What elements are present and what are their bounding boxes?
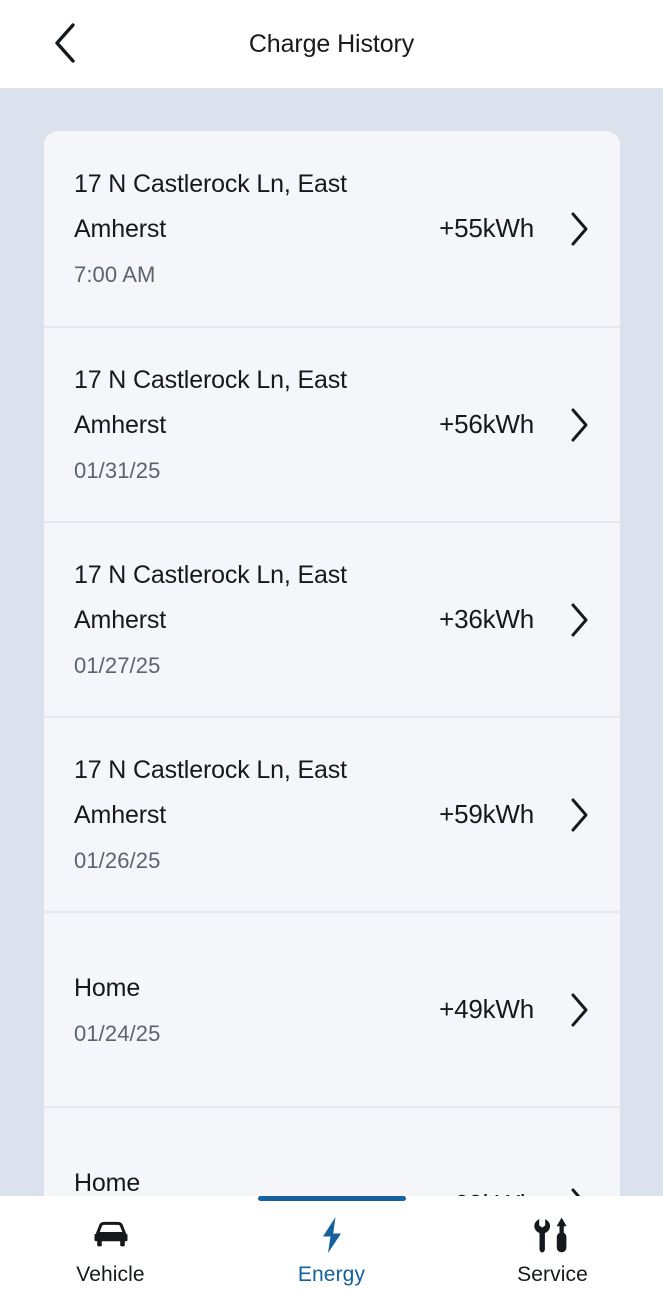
chevron-right-icon[interactable]	[566, 603, 592, 637]
row-text-block: 17 N Castlerock Ln, East Amherst 01/27/2…	[74, 553, 439, 686]
wrench-screwdriver-icon	[532, 1216, 574, 1254]
chevron-right-icon[interactable]	[566, 1188, 592, 1196]
row-text-block: Home 01/24/25	[74, 966, 439, 1054]
chevron-right-icon[interactable]	[566, 212, 592, 246]
tab-label: Service	[517, 1262, 588, 1286]
tab-service[interactable]: Service	[442, 1196, 663, 1300]
charge-timestamp: 01/26/25	[74, 848, 161, 873]
charge-history-row[interactable]: 17 N Castlerock Ln, East Amherst 01/31/2…	[44, 326, 620, 521]
row-text-block: Home 01/21/25	[74, 1161, 439, 1197]
page-title: Charge History	[248, 29, 415, 58]
charge-history-list: 17 N Castlerock Ln, East Amherst 7:00 AM…	[0, 88, 663, 1196]
charge-timestamp: 01/24/25	[74, 1020, 161, 1046]
charge-timestamp: 7:00 AM	[74, 262, 156, 287]
charge-history-row[interactable]: Home 01/24/25 +49kWh	[44, 911, 620, 1106]
charge-timestamp: 01/31/25	[74, 458, 161, 483]
charge-location: 17 N Castlerock Ln, East Amherst	[74, 756, 347, 829]
charge-energy-amount: +60kWh	[439, 1189, 534, 1196]
tab-energy[interactable]: Energy	[221, 1196, 442, 1300]
charge-history-row[interactable]: Home 01/21/25 +60kWh	[44, 1106, 620, 1196]
charge-timestamp: 01/27/25	[74, 653, 161, 678]
charge-location: 17 N Castlerock Ln, East Amherst	[74, 561, 347, 634]
active-tab-indicator	[257, 1196, 406, 1201]
chevron-right-icon[interactable]	[566, 798, 592, 832]
charge-location: 17 N Castlerock Ln, East Amherst	[74, 170, 347, 243]
tab-label: Vehicle	[76, 1262, 145, 1286]
row-text-block: 17 N Castlerock Ln, East Amherst 7:00 AM	[74, 162, 439, 295]
tab-vehicle[interactable]: Vehicle	[0, 1196, 221, 1300]
charge-history-row[interactable]: 17 N Castlerock Ln, East Amherst 01/27/2…	[44, 521, 620, 716]
charge-energy-amount: +55kWh	[439, 213, 534, 243]
charge-history-row[interactable]: 17 N Castlerock Ln, East Amherst 01/26/2…	[44, 716, 620, 911]
charge-energy-amount: +59kWh	[439, 799, 534, 829]
back-button[interactable]	[38, 17, 92, 71]
charge-history-row[interactable]: 17 N Castlerock Ln, East Amherst 7:00 AM…	[44, 131, 620, 326]
row-text-block: 17 N Castlerock Ln, East Amherst 01/26/2…	[74, 748, 439, 881]
charge-location: 17 N Castlerock Ln, East Amherst	[74, 366, 347, 439]
chevron-right-icon[interactable]	[566, 408, 592, 442]
row-text-block: 17 N Castlerock Ln, East Amherst 01/31/2…	[74, 358, 439, 491]
charge-energy-amount: +36kWh	[439, 604, 534, 634]
tab-label: Energy	[297, 1262, 366, 1286]
charge-energy-amount: +56kWh	[439, 409, 534, 439]
chevron-right-icon[interactable]	[566, 993, 592, 1027]
charge-location: Home	[74, 1168, 141, 1197]
chevron-left-icon	[52, 22, 78, 67]
app-header: Charge History	[0, 0, 663, 88]
bottom-navigation-bar: Vehicle Energy Service	[0, 1196, 663, 1300]
lightning-bolt-icon	[317, 1216, 347, 1254]
charge-history-screen: Charge History 17 N Castlerock Ln, East …	[0, 0, 663, 1300]
charge-energy-amount: +49kWh	[439, 994, 534, 1024]
charge-card-stack: 17 N Castlerock Ln, East Amherst 7:00 AM…	[44, 131, 620, 1196]
car-icon	[91, 1216, 131, 1254]
charge-location: Home	[74, 973, 141, 1002]
